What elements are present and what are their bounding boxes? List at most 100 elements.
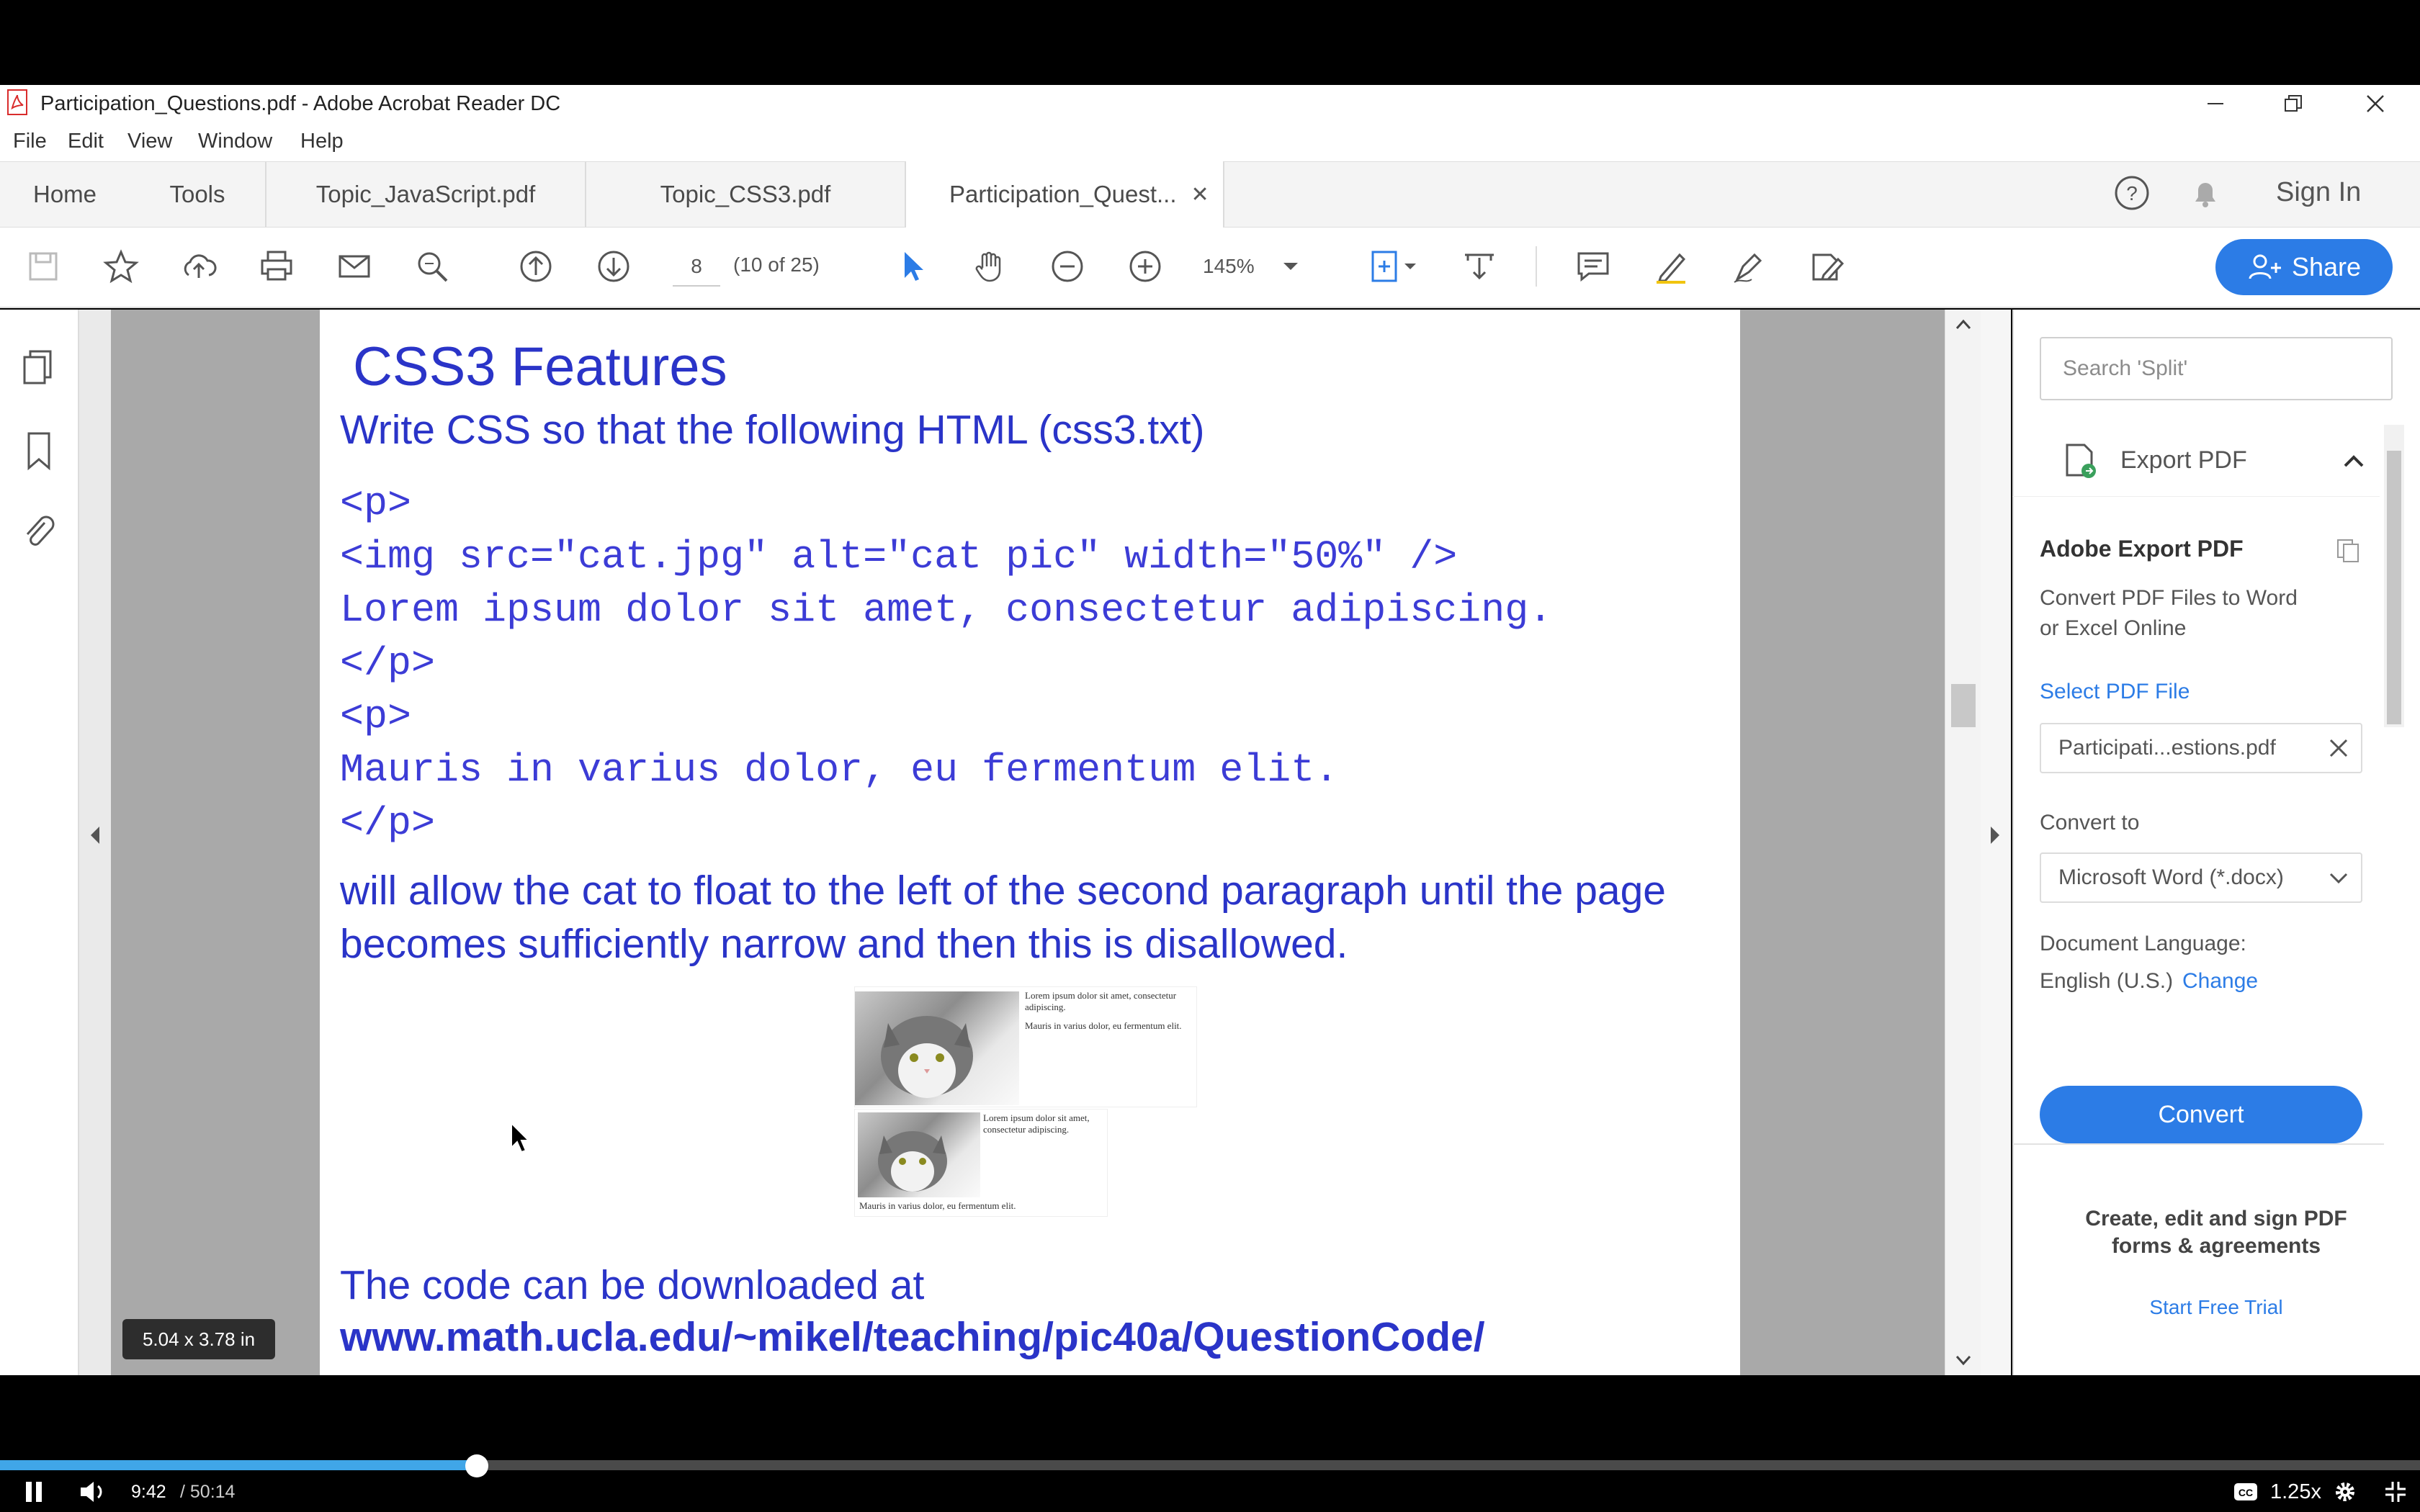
pen-highlight-icon <box>1657 253 1686 284</box>
right-panel-scrollbar[interactable] <box>2384 425 2404 727</box>
window-title: Participation_Questions.pdf - Adobe Acro… <box>40 92 561 115</box>
tools-search-input[interactable]: Search 'Split' <box>2040 337 2393 400</box>
document-scrollbar[interactable] <box>1945 310 1981 1375</box>
bookmark-star-button[interactable] <box>94 238 148 295</box>
download-url[interactable]: www.math.ucla.edu/~mikel/teaching/pic40a… <box>340 1313 1485 1361</box>
right-panel-toggle[interactable] <box>1981 310 2011 1375</box>
sign-in-button[interactable]: Sign In <box>2276 177 2361 208</box>
tab-topic-css3[interactable]: Topic_CSS3.pdf <box>586 161 906 228</box>
upload-cloud-button[interactable] <box>171 238 226 295</box>
page-display-button[interactable] <box>1360 238 1429 295</box>
export-pdf-header[interactable]: Export PDF <box>2012 425 2380 497</box>
restore-button[interactable] <box>2272 88 2315 120</box>
export-options-icon[interactable] <box>2334 536 2362 564</box>
save-button[interactable] <box>16 238 71 295</box>
page-size-badge: 5.04 x 3.78 in <box>122 1319 275 1359</box>
comment-button[interactable] <box>1566 238 1621 295</box>
share-label: Share <box>2291 252 2362 282</box>
example-wide-layout: Lorem ipsum dolor sit amet, consectetur … <box>854 986 1197 1107</box>
tab-tools[interactable]: Tools <box>130 161 266 228</box>
cursor-icon <box>511 1121 531 1153</box>
thumb-paragraph-2: Mauris in varius dolor, eu fermentum eli… <box>1025 1020 1182 1031</box>
selected-file-field[interactable]: Participati...estions.pdf <box>2040 723 2362 773</box>
zoom-search-icon <box>418 252 448 282</box>
bookmarks-button[interactable] <box>16 428 62 474</box>
zoom-level-select[interactable]: 145% <box>1203 246 1311 287</box>
sign-button[interactable] <box>1721 238 1776 295</box>
previous-page-button[interactable] <box>508 238 563 295</box>
right-panel-scroll-thumb[interactable] <box>2387 451 2401 724</box>
start-free-trial-link[interactable]: Start Free Trial <box>2012 1296 2420 1319</box>
help-icon[interactable]: ? <box>2112 173 2152 213</box>
video-top-letterbox <box>0 0 2420 85</box>
scrollbar-thumb[interactable] <box>1951 684 1976 727</box>
settings-button[interactable] <box>2332 1479 2358 1505</box>
example-narrow-layout: Lorem ipsum dolor sit amet, consectetur … <box>854 1109 1108 1217</box>
minimize-button[interactable] <box>2194 88 2237 120</box>
adobe-export-title: Adobe Export PDF <box>2040 536 2244 562</box>
toolbar-divider <box>1536 246 1537 287</box>
close-icon <box>2367 95 2384 112</box>
edit-form-icon <box>1812 253 1845 281</box>
thumb-paragraph-3: Lorem ipsum dolor sit amet, consectetur … <box>983 1112 1090 1135</box>
tab-close-icon[interactable]: ✕ <box>1191 182 1209 207</box>
share-button[interactable]: Share <box>2215 239 2393 295</box>
video-progress-knob[interactable] <box>465 1454 488 1477</box>
attachments-button[interactable] <box>16 508 62 554</box>
select-tool-button[interactable] <box>884 238 939 295</box>
pause-button[interactable] <box>22 1479 48 1505</box>
playback-speed[interactable]: 1.25x <box>2270 1480 2321 1504</box>
export-pdf-icon <box>2066 444 2096 478</box>
menu-window[interactable]: Window <box>198 130 272 153</box>
thumb-paragraph-1: Lorem ipsum dolor sit amet, consectetur … <box>1025 990 1177 1012</box>
highlight-button[interactable] <box>1644 238 1698 295</box>
page-fit-icon <box>1371 251 1416 282</box>
hand-tool-button[interactable] <box>962 238 1017 295</box>
select-pdf-file-link[interactable]: Select PDF File <box>2040 680 2190 704</box>
exit-fullscreen-button[interactable] <box>2383 1479 2408 1505</box>
tab-participation-questions[interactable]: Participation_Quest... ✕ <box>906 161 1224 228</box>
fill-sign-button[interactable] <box>1799 238 1854 295</box>
captions-button[interactable]: CC <box>2231 1480 2260 1503</box>
cat-image-small <box>858 1112 980 1197</box>
zoom-in-button[interactable] <box>1118 238 1173 295</box>
print-button[interactable] <box>249 238 304 295</box>
find-button[interactable] <box>405 238 460 295</box>
scroll-mode-button[interactable] <box>1452 238 1507 295</box>
comment-icon <box>1577 252 1609 282</box>
page-count: (10 of 25) <box>733 253 820 276</box>
menu-edit[interactable]: Edit <box>68 130 104 153</box>
menu-file[interactable]: File <box>13 130 47 153</box>
notifications-bell-icon[interactable] <box>2185 173 2226 213</box>
exit-fullscreen-icon <box>2385 1482 2406 1502</box>
plus-circle-icon <box>1129 251 1161 282</box>
email-button[interactable] <box>327 238 382 295</box>
restore-icon <box>2285 95 2302 112</box>
code-line: </p> <box>340 641 436 686</box>
page-number-input[interactable]: 8 <box>673 248 720 287</box>
arrow-down-circle-icon <box>598 251 629 282</box>
code-line: <p> <box>340 481 412 526</box>
change-language-link[interactable]: Change <box>2182 969 2258 994</box>
left-panel-toggle[interactable] <box>79 310 111 1375</box>
scroll-down-icon <box>1955 1355 1971 1366</box>
selected-file-name: Participati...estions.pdf <box>2058 736 2276 760</box>
page-thumbnails-button[interactable] <box>16 344 62 390</box>
close-window-button[interactable] <box>2354 88 2397 120</box>
tab-topic-javascript[interactable]: Topic_JavaScript.pdf <box>266 161 586 228</box>
menu-view[interactable]: View <box>127 130 172 153</box>
convert-button[interactable]: Convert <box>2040 1086 2362 1143</box>
next-page-button[interactable] <box>586 238 641 295</box>
arrow-up-circle-icon <box>520 251 552 282</box>
mouse-cursor <box>510 1121 532 1153</box>
document-language-label: Document Language: <box>2040 932 2246 955</box>
document-language-value: English (U.S.) <box>2040 969 2174 993</box>
gear-icon <box>2336 1482 2354 1501</box>
convert-format-select[interactable]: Microsoft Word (*.docx) <box>2040 852 2362 903</box>
menu-help[interactable]: Help <box>300 130 344 153</box>
zoom-out-button[interactable] <box>1040 238 1095 295</box>
tab-home[interactable]: Home <box>0 161 130 228</box>
thumb-paragraph-4: Mauris in varius dolor, eu fermentum eli… <box>859 1200 1016 1211</box>
volume-button[interactable] <box>78 1479 107 1505</box>
scroll-icon <box>1465 253 1494 280</box>
